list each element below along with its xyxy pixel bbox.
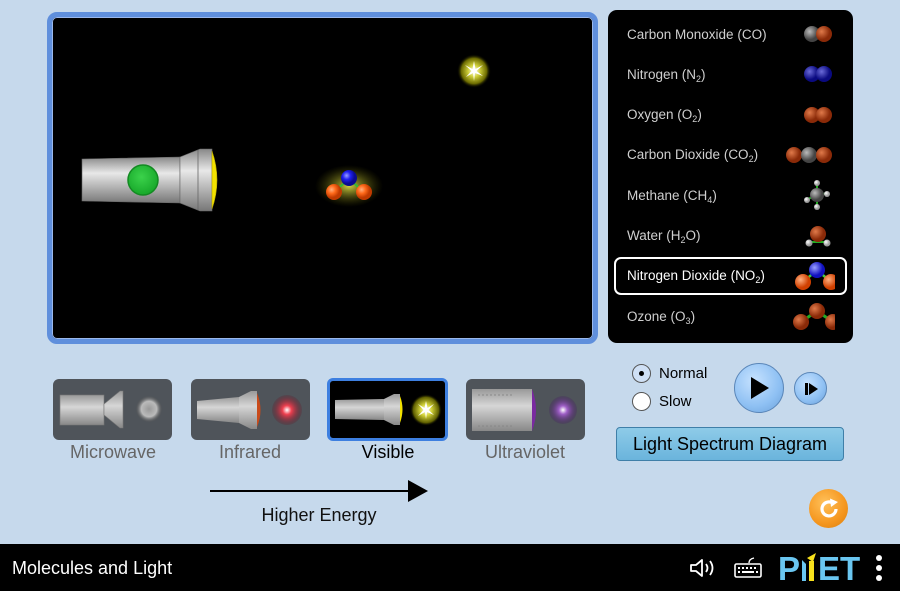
molecule-selector-panel: Carbon Monoxide (CO) Nitrogen (N2) Oxygen … [608,10,853,343]
speed-radio-normal[interactable]: Normal [632,364,707,383]
methane-icon [804,180,830,211]
molecule-option-nitrogen[interactable]: Nitrogen (N2) [614,55,847,93]
more-options-icon[interactable] [874,554,884,582]
flashlight-emitter [81,148,218,212]
step-forward-button[interactable] [794,372,827,405]
source-button-infrared[interactable] [191,379,310,440]
molecule-label: Carbon Monoxide (CO) [627,26,767,42]
nitrogen-dioxide-molecule [315,165,383,207]
sim-title: Molecules and Light [12,558,173,578]
molecule-label: Oxygen (O2) [627,107,702,125]
molecule-option-methane[interactable]: Methane (CH4) [614,176,847,214]
radio-button-icon[interactable] [632,364,651,383]
molecule-label: Water (H2O) [627,228,701,245]
molecule-option-nitrogen-dioxide[interactable]: Nitrogen Dioxide (NO2) [614,256,847,295]
play-pause-button[interactable] [734,363,784,413]
source-label-ultraviolet: Ultraviolet [484,442,566,462]
nitrogen-icon [804,66,832,83]
molecule-option-ozone[interactable]: Ozone (O3) [614,297,847,335]
visible-photon [457,54,491,88]
radio-label: Slow [659,393,692,410]
radio-button-icon[interactable] [632,392,651,411]
reset-all-button[interactable] [809,489,848,528]
reset-icon [819,498,838,518]
molecule-label: Carbon Dioxide (CO2) [627,147,759,165]
molecule-option-water[interactable]: Water (H2O) [614,217,847,255]
speed-radio-slow[interactable]: Slow [632,392,692,411]
source-button-visible[interactable] [327,378,448,441]
molecule-option-carbon-dioxide[interactable]: Carbon Dioxide (CO2) [614,136,847,174]
svg-text:P: P [778,552,800,584]
nitrogen-dioxide-icon [795,261,835,290]
keyboard-icon[interactable] [733,557,763,579]
source-button-ultraviolet[interactable] [466,379,585,440]
carbon-dioxide-icon [786,146,832,163]
phet-logo[interactable]: P ET [778,552,868,584]
flashlight-icon [335,394,442,426]
light-spectrum-diagram-button[interactable]: Light Spectrum Diagram [616,427,844,461]
sound-icon[interactable] [689,558,719,578]
molecule-option-oxygen[interactable]: Oxygen (O2) [614,96,847,134]
play-icon [751,377,769,399]
energy-arrow [210,480,428,502]
source-label-visible: Visible [361,442,415,462]
uv-lamp-icon [472,389,577,431]
energy-label: Higher Energy [261,505,377,525]
svg-text:ET: ET [818,552,860,584]
radio-label: Normal [659,365,708,382]
ozone-icon [793,303,835,331]
source-button-microwave[interactable] [53,379,172,440]
infrared-lamp-icon [197,391,302,429]
molecule-label: Nitrogen Dioxide (NO2) [627,268,765,286]
microwave-emitter-icon [59,390,162,429]
oxygen-icon [804,106,832,123]
water-icon [805,225,831,246]
carbon-monoxide-icon [804,26,832,42]
molecule-label: Nitrogen (N2) [627,66,706,84]
molecule-option-carbon-monoxide[interactable]: Carbon Monoxide (CO) [614,15,847,53]
molecule-label: Ozone (O3) [627,308,696,326]
emitter-on-button[interactable] [127,164,159,196]
observation-window [47,12,598,344]
source-label-infrared: Infrared [218,442,282,462]
source-label-microwave: Microwave [69,442,157,462]
step-forward-icon [804,382,818,395]
navigation-bar: Molecules and Light P ET [0,544,900,591]
molecule-label: Methane (CH4) [627,187,717,205]
